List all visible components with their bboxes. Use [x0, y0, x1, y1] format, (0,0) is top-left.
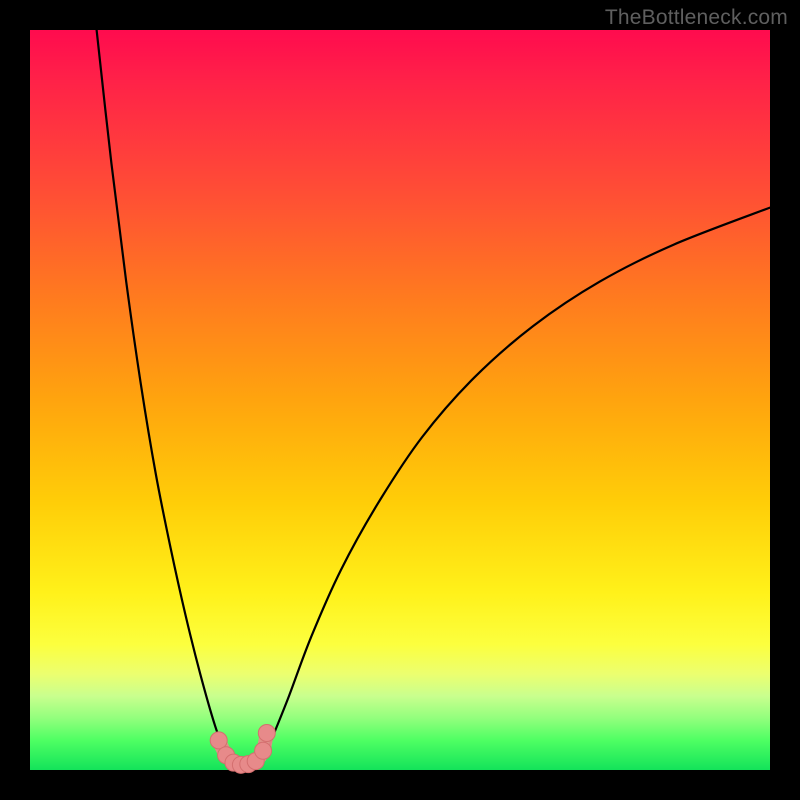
curves-svg — [30, 30, 770, 770]
watermark-text: TheBottleneck.com — [605, 6, 788, 30]
chart-frame: TheBottleneck.com — [0, 0, 800, 800]
trough-marker — [255, 742, 272, 759]
left-curve — [97, 30, 238, 763]
trough-markers — [210, 725, 275, 774]
plot-area — [30, 30, 770, 770]
right-curve — [259, 208, 770, 763]
trough-marker — [258, 725, 275, 742]
